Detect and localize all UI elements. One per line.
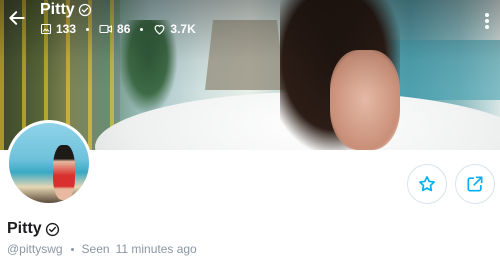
star-icon — [419, 176, 435, 192]
header-title: Pitty — [40, 1, 75, 18]
share-profile-button[interactable] — [455, 164, 495, 204]
share-icon — [467, 176, 483, 192]
likes-count: 3.7K — [170, 22, 196, 36]
avatar[interactable] — [6, 120, 92, 206]
profile-header-bar: Pitty 133 86 3.7K — [0, 0, 500, 45]
back-button[interactable] — [6, 7, 28, 29]
stats-separator — [140, 27, 144, 31]
header-stats: 133 86 3.7K — [40, 22, 196, 36]
image-icon — [40, 23, 52, 35]
profile-handle: @pittyswg — [7, 242, 63, 256]
header-title-row: Pitty — [40, 1, 92, 19]
profile-meta: @pittyswg Seen 11 minutes ago — [7, 242, 197, 256]
photos-stat[interactable]: 133 — [40, 22, 76, 36]
last-seen-label: Seen — [81, 242, 110, 256]
more-vertical-icon — [485, 13, 489, 29]
profile-name: Pitty — [7, 220, 42, 237]
videos-stat[interactable]: 86 — [99, 22, 130, 36]
heart-icon — [154, 24, 165, 35]
verified-badge-icon — [45, 222, 59, 236]
last-seen-time: 11 minutes ago — [115, 242, 197, 256]
more-options-button[interactable] — [480, 10, 494, 32]
likes-stat: 3.7K — [153, 22, 196, 36]
video-icon — [99, 24, 113, 34]
stats-separator — [86, 27, 90, 31]
photos-count: 133 — [56, 22, 77, 36]
meta-separator — [70, 247, 74, 251]
verified-badge-icon — [78, 3, 91, 17]
back-arrow-icon — [9, 11, 25, 25]
add-to-favorites-button[interactable] — [407, 164, 447, 204]
profile-name-row: Pitty — [7, 220, 60, 238]
videos-count: 86 — [117, 22, 131, 36]
